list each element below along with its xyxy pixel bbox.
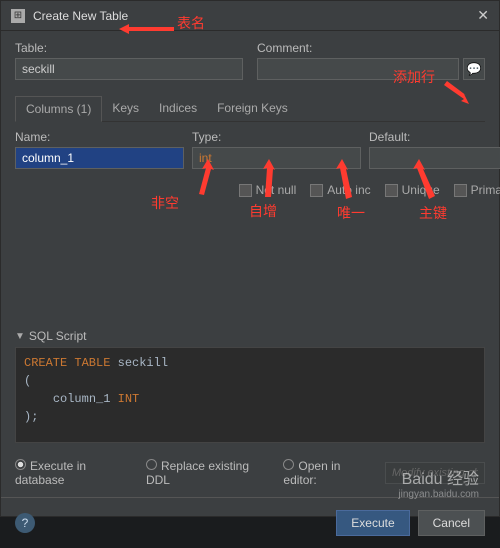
primary-check[interactable]: Primary key — [454, 183, 500, 197]
tab-keys[interactable]: Keys — [102, 96, 149, 121]
sql-header[interactable]: ▼ SQL Script — [15, 329, 485, 343]
replace-ddl-radio[interactable]: Replace existing DDL — [146, 459, 273, 487]
app-icon: ⊞ — [11, 9, 25, 23]
comment-input[interactable] — [257, 58, 459, 80]
sql-script-box[interactable]: CREATE TABLE seckill ( column_1 INT ); — [15, 347, 485, 443]
comment-label: Comment: — [257, 41, 485, 55]
notnull-check[interactable]: Not null — [239, 183, 297, 197]
close-icon[interactable]: ✕ — [477, 7, 489, 24]
cancel-button[interactable]: Cancel — [418, 510, 485, 536]
tab-indices[interactable]: Indices — [149, 96, 207, 121]
table-label: Table: — [15, 41, 243, 55]
open-editor-radio[interactable]: Open in editor: — [283, 459, 375, 487]
column-name-input[interactable] — [15, 147, 184, 169]
column-default-input[interactable] — [369, 147, 500, 169]
autoinc-check[interactable]: Auto inc — [310, 183, 370, 197]
help-button[interactable]: ? — [15, 513, 35, 533]
tab-columns[interactable]: Columns (1) — [15, 96, 102, 122]
name-label: Name: — [15, 130, 184, 144]
type-label: Type: — [192, 130, 361, 144]
tab-foreign-keys[interactable]: Foreign Keys — [207, 96, 298, 121]
editor-select — [385, 462, 485, 484]
execute-button[interactable]: Execute — [336, 510, 409, 536]
exec-in-db-radio[interactable]: Execute in database — [15, 459, 136, 487]
dialog-title: Create New Table — [33, 9, 477, 23]
column-type-input[interactable] — [192, 147, 361, 169]
comment-expand-icon[interactable]: 💬 — [463, 58, 485, 80]
collapse-icon: ▼ — [15, 331, 25, 342]
default-label: Default: — [369, 130, 500, 144]
table-name-input[interactable] — [15, 58, 243, 80]
unique-check[interactable]: Unique — [385, 183, 440, 197]
